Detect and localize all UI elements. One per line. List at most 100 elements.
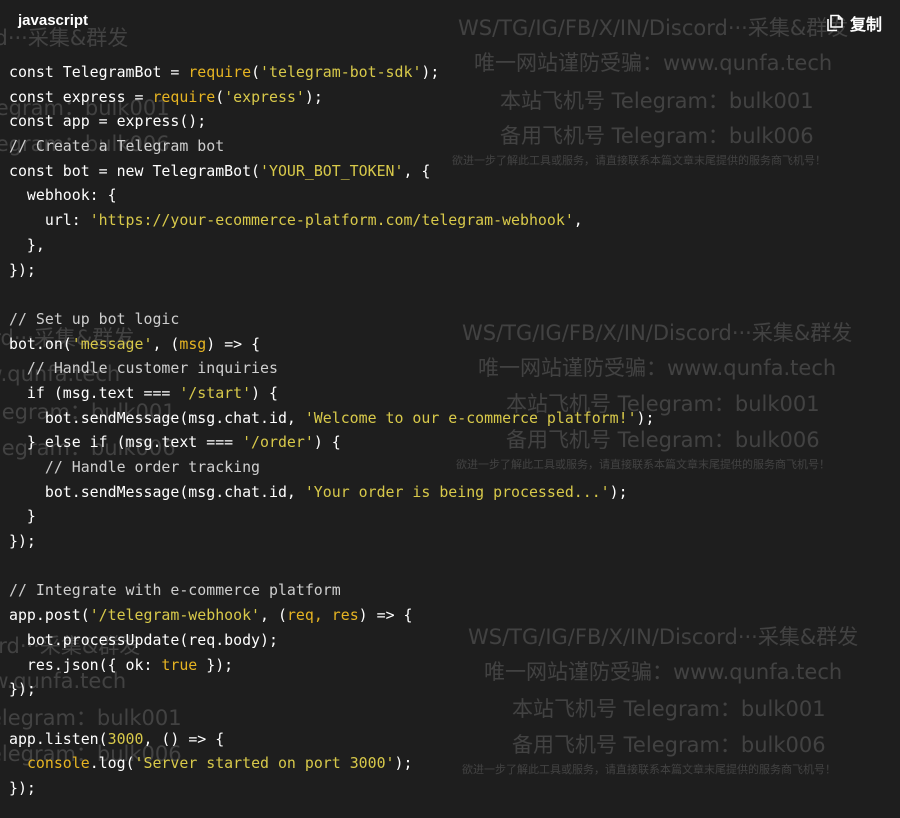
code-line: }, [9,233,654,258]
code-token: 'Welcome to our e-commerce platform!' [304,408,637,427]
code-token: true [161,655,198,674]
code-token: url: [9,211,90,230]
code-line: }); [9,529,654,554]
code-line: }); [9,776,654,801]
code-token: ( [251,63,261,81]
code-line: const TelegramBot = require('telegram-bo… [9,60,654,85]
code-line: res.json({ ok: true }); [9,653,654,678]
code-token: 'telegram-bot-sdk' [260,63,422,81]
code-token: ); [394,754,413,773]
code-line: } [9,504,654,529]
code-token: 'Server started on port 3000' [134,754,395,773]
code-token: , ( [260,606,287,625]
code-token: , [573,211,583,230]
code-line: }); [9,258,654,283]
code-line: bot.sendMessage(msg.chat.id, 'Welcome to… [9,406,655,431]
code-line: if (msg.text === '/start') { [9,381,654,406]
code-token: bot.sendMessage(msg.chat.id, [9,482,305,501]
code-line: const app = express(); [9,109,654,134]
code-token: app.post( [9,606,90,625]
code-token: } [9,507,36,526]
code-token: } else if (msg.text === [9,433,243,452]
code-line: bot.sendMessage(msg.chat.id, 'Your order… [9,480,654,505]
code-token: ); [304,87,323,106]
code-token: require [188,63,252,81]
code-token: '/telegram-webhook' [89,606,261,625]
code-token: ) { [313,433,341,452]
code-token: ); [421,63,440,81]
code-line: bot.on('message', (msg) => { [9,332,654,357]
code-token: }); [197,655,234,674]
copy-button[interactable]: 复制 [826,11,882,35]
code-token: // Set up bot logic [9,309,180,328]
code-token: ); [636,408,655,427]
code-header: javascript 复制 [0,0,900,44]
code-token: // Handle order tracking [9,458,261,476]
code-body[interactable]: const TelegramBot = require('telegram-bo… [9,60,654,801]
code-token: }); [9,260,36,279]
code-token: res.json({ ok: [9,655,162,674]
code-token: 'https://your-ecommerce-platform.com/tel… [89,211,574,230]
code-token: const TelegramBot = [9,63,189,81]
code-token: }); [9,680,36,699]
code-line: url: 'https://your-ecommerce-platform.co… [9,208,654,233]
code-token: const bot = new TelegramBot( [9,161,261,180]
code-token: , { [403,161,431,180]
code-token: 3000 [107,729,144,748]
code-token: bot.on( [9,334,72,353]
code-token: require [152,87,216,106]
code-line: app.listen(3000, () => { [9,727,654,752]
code-line: // Handle customer inquiries [9,356,654,381]
code-token: req, res [286,606,359,625]
code-token: ) => { [358,606,413,625]
code-line: webhook: { [9,183,654,208]
code-line: // Integrate with e-commerce platform [9,578,654,603]
code-line: // Handle order tracking [9,455,654,480]
code-token: msg [179,334,207,353]
code-line: bot.processUpdate(req.body); [9,628,654,653]
code-token: bot.sendMessage(msg.chat.id, [9,408,305,427]
code-token: }); [9,778,36,797]
code-line: } else if (msg.text === '/order') { [9,430,654,455]
copy-icon [826,14,844,32]
code-line: // Create a Telegram bot [9,134,654,159]
code-token: ); [609,482,628,501]
code-token: // Create a Telegram bot [9,137,225,156]
code-token: bot.processUpdate(req.body); [9,630,278,649]
language-label: javascript [18,12,89,29]
code-token: 'express' [224,87,305,106]
code-token: ( [215,87,225,106]
copy-label: 复制 [849,15,882,34]
code-line: const bot = new TelegramBot('YOUR_BOT_TO… [9,159,654,184]
code-token: const express = [9,87,153,106]
code-token: const app = express(); [9,112,207,131]
code-token: , ( [152,334,180,353]
code-token: // Integrate with e-commerce platform [9,581,341,600]
code-token: 'Your order is being processed...' [304,482,610,501]
code-token: console [26,754,90,773]
code-token: }); [9,532,36,551]
code-token: ) => { [206,334,261,353]
code-token: if (msg.text === [9,383,180,402]
code-token: ) { [251,383,278,402]
code-token: .log( [89,754,135,773]
code-line: // Set up bot logic [9,307,654,332]
code-line: console.log('Server started on port 3000… [9,751,654,776]
code-token: 'YOUR_BOT_TOKEN' [260,161,404,180]
code-line: app.post('/telegram-webhook', (req, res)… [9,603,654,628]
code-token: }, [9,235,45,254]
code-line: }); [9,677,654,702]
code-token: '/order' [242,433,314,452]
code-token: '/start' [179,383,252,402]
code-token: // Handle customer inquiries [9,359,278,378]
code-block: javascript 复制 WS/TG/IG/FB/X/IN/Discord··… [0,0,900,818]
code-token: webhook: { [9,186,117,205]
code-token: app.listen( [9,729,108,748]
code-line: const express = require('express'); [9,85,654,110]
code-token: , () => { [143,729,225,748]
code-token: 'message' [71,334,153,353]
